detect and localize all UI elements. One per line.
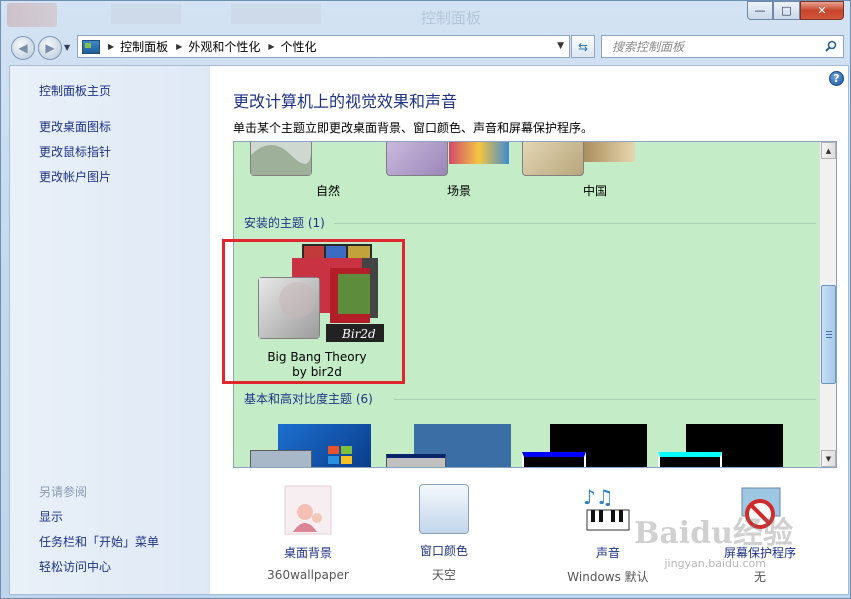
divider — [334, 223, 816, 224]
window-color-setting[interactable]: 窗口颜色 天空 — [384, 484, 504, 583]
basic-themes-heading: 基本和高对比度主题 (6) — [244, 392, 373, 406]
theme-preview — [250, 142, 312, 176]
theme-name: 自然 — [315, 184, 340, 198]
close-icon: ✕ — [817, 4, 827, 17]
background-ghost — [111, 4, 181, 24]
watermark-logo: Baidu经验 — [634, 516, 793, 551]
window-color-value: 天空 — [431, 568, 456, 582]
title-bar: 控制面板 — □ ✕ — [1, 1, 850, 29]
gallery-scrollbar[interactable]: ▲ ▼ — [819, 142, 836, 467]
chevron-right-icon[interactable]: ▶ — [268, 42, 274, 51]
theme-item-high-contrast-2[interactable] — [656, 424, 783, 467]
help-button[interactable]: ? — [829, 71, 844, 86]
chevron-right-icon[interactable]: ▶ — [108, 42, 114, 51]
sidebar-item-change-account-picture[interactable]: 更改帐户图片 — [39, 168, 111, 185]
theme-frame — [522, 452, 586, 467]
theme-preview — [386, 142, 448, 176]
sounds-value: Windows 默认 — [567, 570, 649, 584]
theme-name: 场景 — [446, 184, 471, 198]
sidebar-item-change-mouse-pointers[interactable]: 更改鼠标指针 — [39, 143, 111, 160]
desktop-background-icon — [284, 485, 332, 535]
background-ghost — [231, 4, 321, 24]
breadcrumb-appearance[interactable]: 外观和个性化 — [188, 38, 260, 55]
theme-frame — [658, 452, 722, 467]
back-button[interactable]: ◀ — [11, 36, 35, 60]
sounds-icon: ♪♫ — [583, 485, 630, 531]
navigation-bar: ◀ ▶ ▼ ▶ 控制面板 ▶ 外观和个性化 ▶ 个性化 ▼ ⇆ — [1, 31, 850, 63]
desktop-background-value: 360wallpaper — [267, 568, 349, 582]
desktop-background-setting[interactable]: 桌面背景 360wallpaper — [248, 484, 368, 582]
theme-preview — [522, 142, 584, 176]
theme-item-high-contrast-1[interactable] — [520, 424, 647, 467]
background-ghost — [7, 3, 57, 27]
sidebar-item-change-desktop-icons[interactable]: 更改桌面图标 — [39, 118, 111, 135]
maximize-button[interactable]: □ — [773, 1, 800, 20]
scroll-up-button[interactable]: ▲ — [821, 142, 836, 159]
divider — [394, 399, 816, 400]
window-color-icon — [419, 484, 469, 534]
theme-stack — [449, 142, 509, 164]
nature-thumbnail — [251, 142, 311, 175]
arrow-right-icon: ▶ — [45, 41, 55, 55]
sidebar-item-display[interactable]: 显示 — [39, 508, 63, 525]
page-description: 单击某个主题立即更改桌面背景、窗口颜色、声音和屏幕保护程序。 — [233, 121, 594, 135]
desktop-background-link[interactable]: 桌面背景 — [248, 544, 368, 561]
sidebar-item-control-panel-home[interactable]: 控制面板主页 — [39, 82, 111, 99]
breadcrumb-control-panel[interactable]: 控制面板 — [120, 38, 168, 55]
refresh-button[interactable]: ⇆ — [571, 35, 595, 58]
arrow-left-icon: ◀ — [18, 41, 28, 55]
maximize-icon: □ — [781, 4, 792, 17]
minimize-icon: — — [754, 4, 766, 17]
refresh-icon: ⇆ — [577, 39, 589, 54]
chevron-right-icon[interactable]: ▶ — [176, 42, 182, 51]
theme-stack — [580, 142, 635, 162]
see-also-heading: 另请参阅 — [39, 485, 88, 499]
search-input[interactable] — [612, 39, 812, 55]
sidebar: 控制面板主页 更改桌面图标 更改鼠标指针 更改帐户图片 另请参阅 显示 任务栏和… — [10, 66, 210, 594]
window-title: 控制面板 — [421, 9, 482, 27]
theme-name: 中国 — [582, 184, 607, 198]
theme-item-windows7-basic[interactable] — [248, 424, 378, 467]
recent-pages-dropdown[interactable]: ▼ — [64, 43, 70, 52]
close-button[interactable]: ✕ — [800, 1, 844, 20]
watermark-url: jingyan.baidu.com — [664, 557, 766, 570]
page-title: 更改计算机上的视觉效果和声音 — [233, 92, 458, 111]
grip-icon — [826, 331, 832, 332]
theme-frame — [250, 450, 312, 467]
theme-frame — [386, 454, 446, 467]
window-color-link[interactable]: 窗口颜色 — [384, 542, 504, 559]
sidebar-item-ease-of-access[interactable]: 轻松访问中心 — [39, 558, 111, 575]
installed-themes-heading: 安装的主题 (1) — [244, 216, 325, 230]
annotation-highlight-box — [222, 239, 405, 384]
address-bar[interactable]: ▶ 控制面板 ▶ 外观和个性化 ▶ 个性化 ▼ — [77, 35, 570, 58]
screen-saver-value: 无 — [753, 570, 766, 584]
search-icon[interactable] — [825, 40, 837, 52]
search-box[interactable] — [601, 35, 844, 58]
theme-item-scenes[interactable]: 场景 — [384, 142, 509, 207]
theme-item-nature[interactable]: 自然 — [248, 142, 340, 207]
theme-item-windows-classic[interactable] — [384, 424, 511, 467]
theme-item-china[interactable]: 中国 — [520, 142, 635, 207]
svg-text:♪♫: ♪♫ — [583, 485, 614, 509]
chevron-down-icon[interactable]: ▼ — [557, 41, 564, 51]
minimize-button[interactable]: — — [747, 1, 773, 20]
window-controls: — □ ✕ — [747, 1, 844, 20]
window: 控制面板 — □ ✕ ◀ ▶ ▼ ▶ 控制面板 ▶ 外观和个性化 ▶ 个性化 ▼… — [0, 0, 851, 599]
forward-button[interactable]: ▶ — [38, 36, 62, 60]
content-area: 控制面板主页 更改桌面图标 更改鼠标指针 更改帐户图片 另请参阅 显示 任务栏和… — [9, 65, 849, 595]
breadcrumb: ▶ 控制面板 ▶ 外观和个性化 ▶ 个性化 — [106, 38, 317, 55]
scroll-thumb[interactable] — [821, 285, 836, 384]
control-panel-icon — [82, 39, 100, 54]
scroll-down-button[interactable]: ▼ — [821, 450, 836, 467]
help-icon: ? — [833, 72, 840, 85]
windows-logo-icon — [328, 446, 352, 464]
sidebar-item-taskbar-start-menu[interactable]: 任务栏和「开始」菜单 — [39, 533, 159, 550]
breadcrumb-personalization[interactable]: 个性化 — [281, 38, 317, 55]
